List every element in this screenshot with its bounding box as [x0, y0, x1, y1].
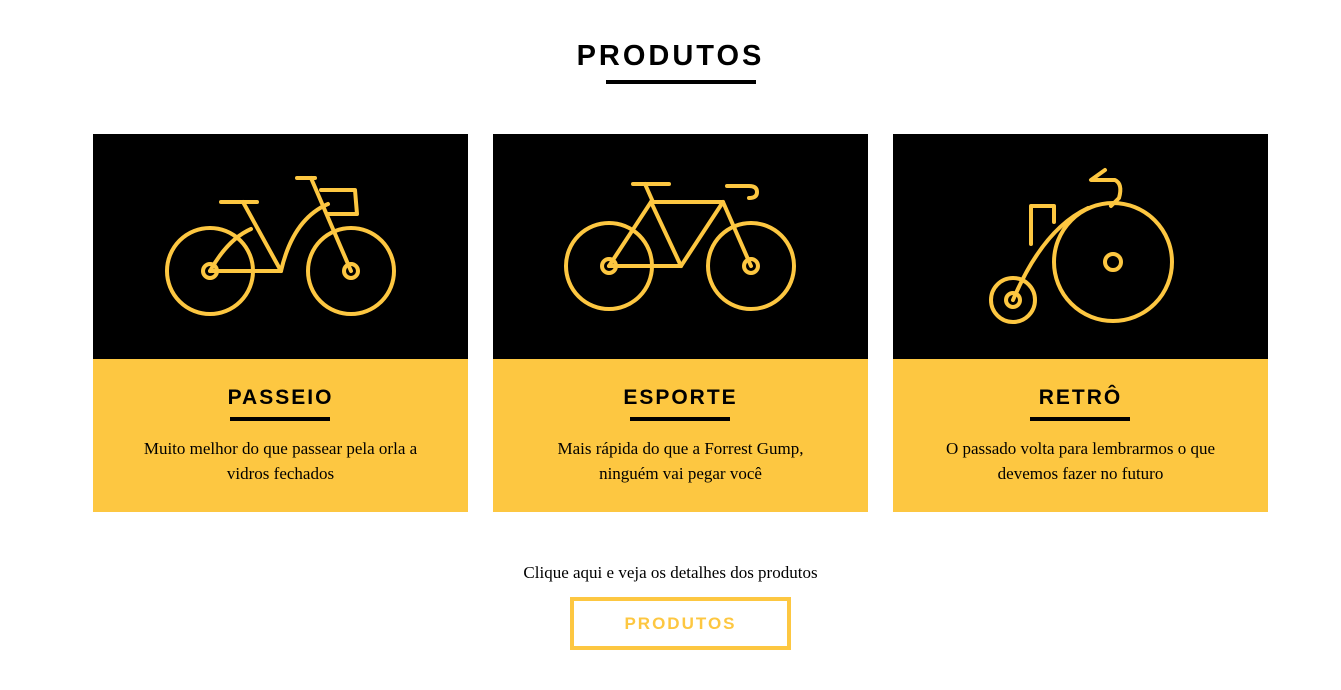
penny-farthing-icon [989, 168, 1174, 324]
product-card-description: Mais rápida do que a Forrest Gump, ningu… [557, 439, 804, 483]
product-cards: PASSEIO Muito melhor do que passear pela… [93, 134, 1268, 512]
product-card-title: ESPORTE [623, 386, 738, 409]
product-card-title-underline [630, 417, 730, 421]
products-button[interactable]: PRODUTOS [570, 597, 791, 650]
product-card-description: Muito melhor do que passear pela orla a … [143, 439, 418, 483]
product-card-retro[interactable]: RETRÔ O passado volta para lembrarmos o … [893, 134, 1268, 512]
product-card-image [493, 134, 868, 359]
cta-text: Clique aqui e veja os detalhes dos produ… [523, 563, 818, 582]
section-title: PRODUTOS [576, 40, 765, 72]
product-card-title: PASSEIO [227, 386, 334, 409]
product-card-title: RETRÔ [1038, 386, 1123, 409]
product-card-image [893, 134, 1268, 359]
product-card-body: ESPORTE Mais rápida do que a Forrest Gum… [493, 359, 868, 512]
product-card-image [93, 134, 468, 359]
product-card-esporte[interactable]: ESPORTE Mais rápida do que a Forrest Gum… [493, 134, 868, 512]
product-card-title-underline [1030, 417, 1130, 421]
road-bike-icon [564, 182, 796, 311]
product-card-description: O passado volta para lembrarmos o que de… [945, 439, 1216, 483]
city-bike-icon [165, 176, 396, 316]
product-card-passeio[interactable]: PASSEIO Muito melhor do que passear pela… [93, 134, 468, 512]
section-title-underline [606, 80, 756, 84]
product-card-body: PASSEIO Muito melhor do que passear pela… [93, 359, 468, 512]
product-card-body: RETRÔ O passado volta para lembrarmos o … [893, 359, 1268, 512]
product-card-title-underline [230, 417, 330, 421]
